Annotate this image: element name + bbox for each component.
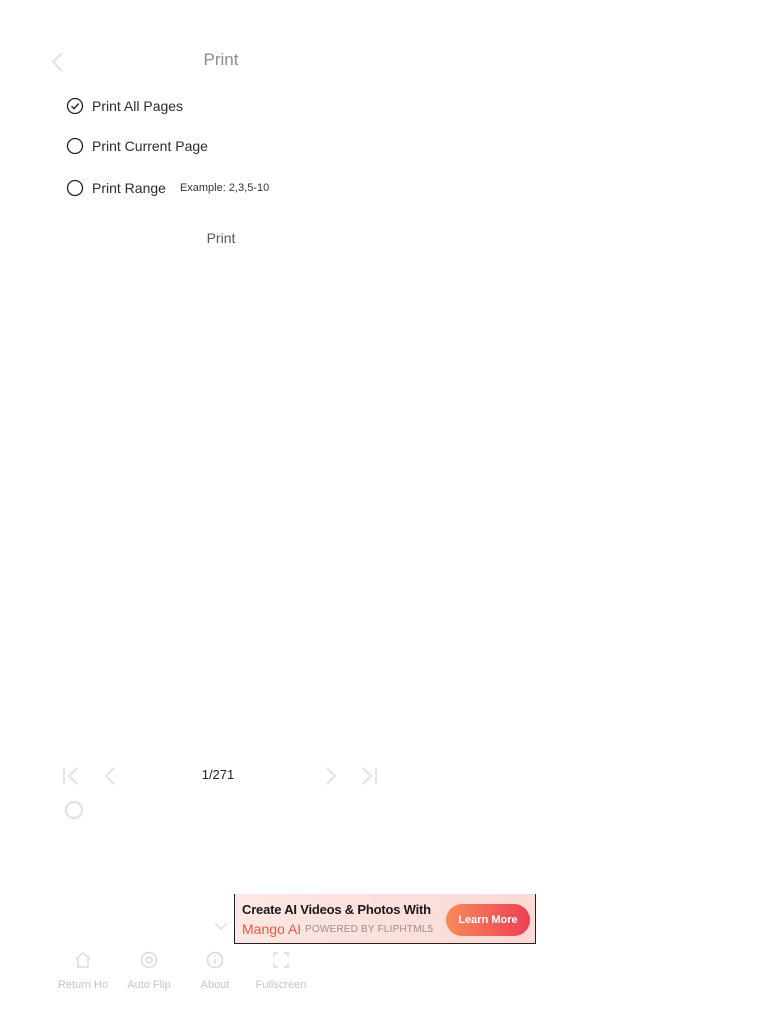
ad-brand: Mango AI: [242, 921, 302, 937]
radio-unchecked-icon[interactable]: [66, 179, 84, 197]
radio-checked-icon[interactable]: [66, 97, 84, 115]
toolbar-fullscreen[interactable]: Fullscreen: [246, 950, 316, 992]
print-button[interactable]: Print: [180, 230, 262, 246]
back-button[interactable]: [46, 48, 70, 76]
chevron-left-icon: [51, 52, 63, 72]
collapse-toolbar-button[interactable]: [212, 918, 230, 934]
toolbar-auto-flip[interactable]: Auto Flip: [114, 950, 184, 992]
chevron-right-icon: [326, 767, 337, 785]
print-current-page-option[interactable]: Print Current Page: [66, 135, 208, 157]
loading-circle-icon: [64, 800, 84, 820]
page-indicator: 1/271: [201, 767, 235, 782]
fullscreen-icon: [273, 952, 289, 968]
toolbar-about[interactable]: About: [180, 950, 250, 992]
first-page-icon: [63, 767, 78, 785]
print-panel: Print Print All Pages Print Current Page…: [0, 0, 768, 1024]
print-range-option[interactable]: Print Range: [66, 177, 290, 199]
learn-more-button[interactable]: Learn More: [446, 904, 530, 936]
next-page-button[interactable]: [318, 763, 344, 789]
auto-flip-icon: [140, 951, 158, 969]
toolbar-about-label: About: [200, 979, 230, 991]
radio-unchecked-icon[interactable]: [66, 137, 84, 155]
toolbar-auto-flip-label: Auto Flip: [127, 979, 171, 991]
print-all-pages-option[interactable]: Print All Pages: [66, 95, 183, 117]
toolbar-fullscreen-label: Fullscreen: [255, 979, 307, 991]
print-current-page-label: Print Current Page: [92, 138, 208, 154]
print-range-input[interactable]: [179, 182, 290, 194]
ad-powered-by: POWERED BY FLIPHTML5: [305, 924, 434, 935]
home-icon: [75, 952, 91, 968]
chevron-down-icon: [214, 922, 228, 931]
ad-banner[interactable]: Create AI Videos & Photos With Mango AI …: [234, 894, 536, 944]
page-title: Print: [203, 50, 239, 69]
chevron-left-icon: [104, 767, 115, 785]
info-icon: [206, 951, 224, 969]
toolbar-return-home-label: Return Ho: [57, 979, 109, 991]
print-range-label: Print Range: [92, 180, 166, 196]
previous-page-button[interactable]: [98, 763, 124, 789]
last-page-button[interactable]: [356, 763, 382, 789]
print-all-pages-label: Print All Pages: [92, 98, 184, 114]
first-page-button[interactable]: [58, 763, 84, 789]
toolbar-return-home[interactable]: Return Ho: [48, 950, 118, 992]
ad-headline: Create AI Videos & Photos With: [242, 902, 431, 917]
last-page-icon: [362, 767, 377, 785]
